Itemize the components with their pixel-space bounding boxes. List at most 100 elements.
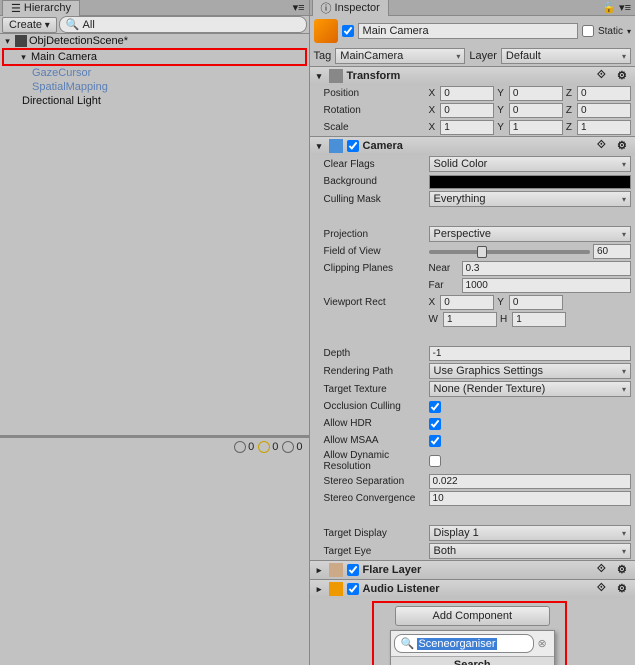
stereo-sep-label: Stereo Separation: [314, 476, 429, 487]
occlusion-checkbox[interactable]: [429, 401, 441, 413]
clear-flags-label: Clear Flags: [314, 159, 429, 170]
background-color-field[interactable]: [429, 175, 631, 189]
static-label: Static: [598, 26, 623, 37]
stereo-conv-label: Stereo Convergence: [314, 493, 429, 504]
tag-dropdown[interactable]: MainCamera: [335, 48, 465, 64]
status-warnings[interactable]: 0: [258, 441, 278, 453]
stereo-conv-input[interactable]: [429, 491, 631, 506]
tag-label: Tag: [314, 50, 332, 62]
near-input[interactable]: [462, 261, 631, 276]
scale-label: Scale: [314, 122, 429, 133]
flare-layer-header[interactable]: ▸Flare Layer⟐⚙: [310, 561, 635, 579]
help-icon[interactable]: ⟐: [597, 582, 611, 596]
help-icon[interactable]: ⟐: [597, 69, 611, 83]
viewport-x-input[interactable]: [440, 295, 494, 310]
rot-x-input[interactable]: [440, 103, 494, 118]
target-tex-field[interactable]: None (Render Texture): [429, 381, 631, 397]
pos-z-input[interactable]: [577, 86, 631, 101]
viewport-h-input[interactable]: [512, 312, 566, 327]
rot-z-input[interactable]: [577, 103, 631, 118]
occlusion-label: Occlusion Culling: [314, 401, 429, 412]
status-messages[interactable]: 0: [282, 441, 302, 453]
projection-label: Projection: [314, 229, 429, 240]
static-checkbox[interactable]: [582, 25, 594, 37]
target-tex-label: Target Texture: [314, 384, 429, 395]
help-icon[interactable]: ⟐: [597, 139, 611, 153]
dynres-checkbox[interactable]: [429, 455, 441, 467]
tree-item-gaze-cursor[interactable]: GazeCursor: [0, 66, 309, 80]
camera-header[interactable]: ▾Camera⟐⚙: [310, 137, 635, 155]
flare-icon: [329, 563, 343, 577]
gear-icon[interactable]: ⚙: [617, 563, 631, 577]
gear-icon[interactable]: ⚙: [617, 139, 631, 153]
unity-icon: [15, 35, 27, 47]
render-path-dropdown[interactable]: Use Graphics Settings: [429, 363, 631, 379]
hierarchy-search-input[interactable]: 🔍All: [59, 16, 307, 33]
depth-label: Depth: [314, 348, 429, 359]
foldout-icon[interactable]: ▾: [2, 36, 13, 47]
target-eye-dropdown[interactable]: Both: [429, 543, 631, 559]
help-icon[interactable]: ⟐: [597, 563, 611, 577]
camera-enable-checkbox[interactable]: [347, 140, 359, 152]
layer-dropdown[interactable]: Default: [501, 48, 631, 64]
layer-label: Layer: [469, 50, 497, 62]
scale-z-input[interactable]: [577, 120, 631, 135]
rotation-label: Rotation: [314, 105, 429, 116]
gameobject-icon[interactable]: [314, 19, 338, 43]
scale-y-input[interactable]: [509, 120, 563, 135]
transform-icon: [329, 69, 343, 83]
audio-listener-header[interactable]: ▸Audio Listener⟐⚙: [310, 580, 635, 598]
target-disp-label: Target Display: [314, 528, 429, 539]
foldout-icon[interactable]: ▾: [18, 52, 29, 63]
viewport-y-input[interactable]: [509, 295, 563, 310]
gear-icon[interactable]: ⚙: [617, 69, 631, 83]
hdr-label: Allow HDR: [314, 418, 429, 429]
tree-item-main-camera[interactable]: ▾Main Camera: [2, 48, 307, 66]
render-path-label: Rendering Path: [314, 366, 429, 377]
target-disp-dropdown[interactable]: Display 1: [429, 525, 631, 541]
gear-icon[interactable]: ⚙: [617, 582, 631, 596]
clear-flags-dropdown[interactable]: Solid Color: [429, 156, 631, 172]
hierarchy-tree[interactable]: ▾ObjDetectionScene* ▾Main Camera GazeCur…: [0, 34, 309, 435]
panel-menu-icon[interactable]: 🔒 ▾≡: [598, 1, 635, 14]
camera-icon: [329, 139, 343, 153]
viewport-label: Viewport Rect: [314, 297, 429, 308]
stereo-sep-input[interactable]: [429, 474, 631, 489]
target-eye-label: Target Eye: [314, 546, 429, 557]
tree-item-spatial-mapping[interactable]: SpatialMapping: [0, 80, 309, 94]
culling-dropdown[interactable]: Everything: [429, 191, 631, 207]
gameobject-name-input[interactable]: [358, 23, 578, 39]
tree-scene-item[interactable]: ▾ObjDetectionScene*: [0, 34, 309, 48]
tree-item-directional-light[interactable]: Directional Light: [0, 94, 309, 108]
status-errors[interactable]: 0: [234, 441, 254, 453]
inspector-tab[interactable]: ⓘInspector: [312, 0, 389, 17]
position-label: Position: [314, 88, 429, 99]
error-icon: [234, 441, 246, 453]
rot-y-input[interactable]: [509, 103, 563, 118]
depth-input[interactable]: [429, 346, 631, 361]
panel-menu-icon[interactable]: ▾≡: [289, 1, 309, 14]
transform-header[interactable]: ▾Transform⟐⚙: [310, 67, 635, 85]
info-icon: [282, 441, 294, 453]
create-button[interactable]: Create ▾: [2, 17, 57, 33]
fov-slider[interactable]: [429, 250, 590, 254]
background-label: Background: [314, 176, 429, 187]
pos-y-input[interactable]: [509, 86, 563, 101]
far-input[interactable]: [462, 278, 631, 293]
projection-dropdown[interactable]: Perspective: [429, 226, 631, 242]
audio-enable-checkbox[interactable]: [347, 583, 359, 595]
fov-input[interactable]: [593, 244, 631, 259]
scale-x-input[interactable]: [440, 120, 494, 135]
active-checkbox[interactable]: [342, 25, 354, 37]
flare-enable-checkbox[interactable]: [347, 564, 359, 576]
culling-label: Culling Mask: [314, 194, 429, 205]
hierarchy-tab[interactable]: ☰Hierarchy: [2, 0, 80, 16]
fov-label: Field of View: [314, 246, 429, 257]
hdr-checkbox[interactable]: [429, 418, 441, 430]
viewport-w-input[interactable]: [443, 312, 497, 327]
clipping-label: Clipping Planes: [314, 263, 429, 274]
msaa-checkbox[interactable]: [429, 435, 441, 447]
dynres-label: Allow Dynamic Resolution: [314, 450, 429, 472]
msaa-label: Allow MSAA: [314, 435, 429, 446]
pos-x-input[interactable]: [440, 86, 494, 101]
